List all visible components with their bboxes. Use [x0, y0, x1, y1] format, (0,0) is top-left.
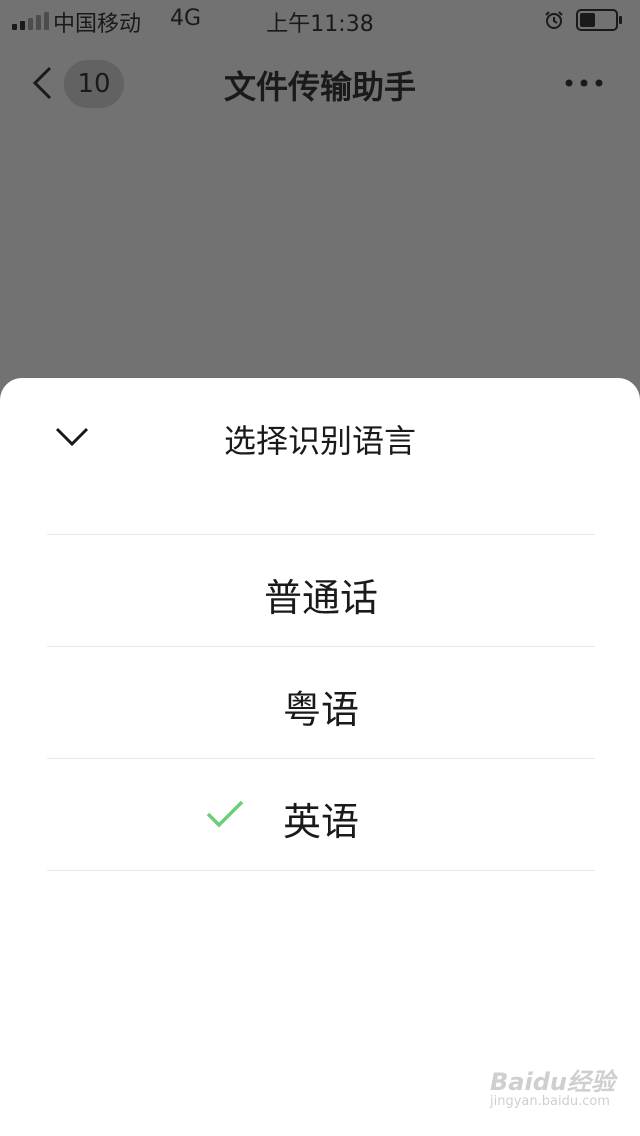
navigation-bar: 10 文件传输助手	[0, 40, 640, 130]
watermark-url: jingyan.baidu.com	[490, 1094, 610, 1109]
dimmed-background[interactable]: 中国移动 4G 上午11:38 10 文件传输助手	[0, 0, 640, 400]
option-label: 英语	[282, 800, 359, 844]
alarm-icon	[545, 11, 563, 29]
sheet-header: 选择识别语言	[0, 378, 640, 534]
watermark-brand: Baidu经验	[490, 1068, 615, 1096]
screen: 中国移动 4G 上午11:38 10 文件传输助手 选择识别语言 普通话 粤语 …	[0, 0, 640, 1136]
language-options-list: 普通话 粤语 英语	[47, 534, 595, 871]
language-selection-sheet: 选择识别语言 普通话 粤语 英语	[0, 378, 640, 1136]
page-title: 文件传输助手	[223, 68, 416, 106]
watermark-logo: Baidu经验 jingyan.baidu.com	[490, 1062, 620, 1118]
option-label: 普通话	[263, 576, 378, 620]
battery-icon	[576, 9, 622, 31]
status-bar: 中国移动 4G 上午11:38	[0, 0, 640, 40]
option-mandarin[interactable]: 普通话	[47, 535, 595, 647]
more-options-icon[interactable]	[564, 78, 604, 88]
option-label: 粤语	[282, 688, 359, 732]
sheet-title: 选择识别语言	[223, 422, 416, 460]
option-english[interactable]: 英语	[47, 759, 595, 871]
option-cantonese[interactable]: 粤语	[47, 647, 595, 759]
